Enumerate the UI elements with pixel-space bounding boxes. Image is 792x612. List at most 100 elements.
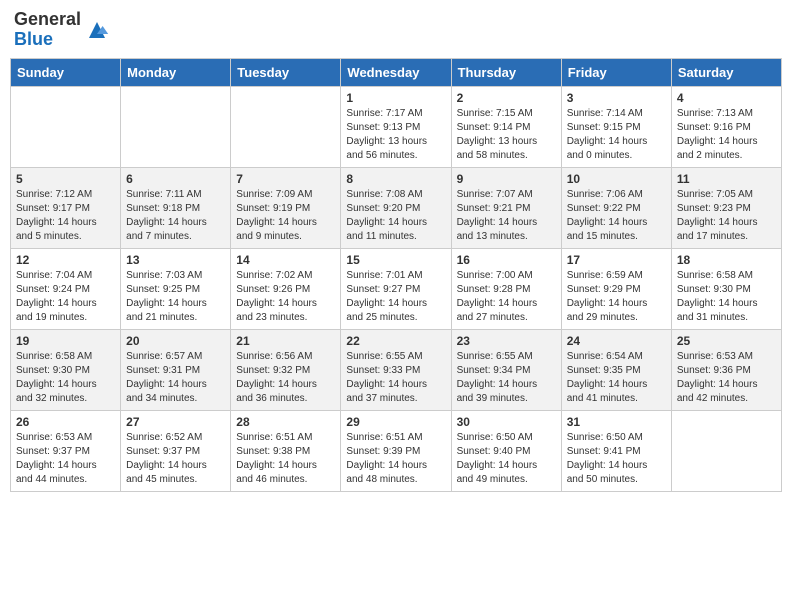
day-of-week-header: Friday — [561, 58, 671, 86]
calendar-cell: 22Sunrise: 6:55 AM Sunset: 9:33 PM Dayli… — [341, 329, 451, 410]
day-info: Sunrise: 7:03 AM Sunset: 9:25 PM Dayligh… — [126, 269, 225, 325]
calendar-cell — [231, 86, 341, 167]
day-number: 9 — [457, 172, 556, 186]
calendar-cell: 1 Sunrise: 7:17 AM Sunset: 9:13 PM Daylig… — [341, 86, 451, 167]
calendar-week-row: 19Sunrise: 6:58 AM Sunset: 9:30 PM Dayli… — [11, 329, 782, 410]
day-info: Sunrise: 7:15 AM Sunset: 9:14 PM Dayligh… — [457, 107, 556, 163]
day-info: Sunrise: 6:55 AM Sunset: 9:34 PM Dayligh… — [457, 350, 556, 406]
day-number: 21 — [236, 334, 335, 348]
calendar-cell: 27Sunrise: 6:52 AM Sunset: 9:37 PM Dayli… — [121, 410, 231, 491]
day-info: Sunrise: 7:14 AM Sunset: 9:15 PM Dayligh… — [567, 107, 666, 163]
day-info: Sunrise: 6:57 AM Sunset: 9:31 PM Dayligh… — [126, 350, 225, 406]
day-number: 16 — [457, 253, 556, 267]
calendar-week-row: 12Sunrise: 7:04 AM Sunset: 9:24 PM Dayli… — [11, 248, 782, 329]
day-number: 30 — [457, 415, 556, 429]
calendar-cell: 18 Sunrise: 6:58 AM Sunset: 9:30 PM Dayli… — [671, 248, 781, 329]
calendar-cell: 25Sunrise: 6:53 AM Sunset: 9:36 PM Dayli… — [671, 329, 781, 410]
calendar-cell: 31Sunrise: 6:50 AM Sunset: 9:41 PM Dayli… — [561, 410, 671, 491]
calendar-cell: 28 Sunrise: 6:51 AM Sunset: 9:38 PM Dayli… — [231, 410, 341, 491]
day-number: 6 — [126, 172, 225, 186]
day-number: 15 — [346, 253, 445, 267]
day-number: 17 — [567, 253, 666, 267]
logo: General Blue — [14, 10, 109, 50]
day-info: Sunrise: 6:58 AM Sunset: 9:30 PM Dayligh… — [16, 350, 115, 406]
calendar-cell: 9 Sunrise: 7:07 AM Sunset: 9:21 PM Daylig… — [451, 167, 561, 248]
calendar-cell: 4Sunrise: 7:13 AM Sunset: 9:16 PM Daylig… — [671, 86, 781, 167]
day-info: Sunrise: 6:58 AM Sunset: 9:30 PM Dayligh… — [677, 269, 776, 325]
calendar-cell: 30 Sunrise: 6:50 AM Sunset: 9:40 PM Dayli… — [451, 410, 561, 491]
day-number: 13 — [126, 253, 225, 267]
day-of-week-header: Wednesday — [341, 58, 451, 86]
calendar-cell: 3Sunrise: 7:14 AM Sunset: 9:15 PM Daylig… — [561, 86, 671, 167]
page-header: General Blue — [10, 10, 782, 50]
calendar-cell: 11 Sunrise: 7:05 AM Sunset: 9:23 PM Dayli… — [671, 167, 781, 248]
day-number: 8 — [346, 172, 445, 186]
calendar-cell — [121, 86, 231, 167]
calendar-header-row: SundayMondayTuesdayWednesdayThursdayFrid… — [11, 58, 782, 86]
day-number: 28 — [236, 415, 335, 429]
calendar-cell: 20 Sunrise: 6:57 AM Sunset: 9:31 PM Dayli… — [121, 329, 231, 410]
day-number: 23 — [457, 334, 556, 348]
calendar-cell — [11, 86, 121, 167]
day-of-week-header: Thursday — [451, 58, 561, 86]
day-of-week-header: Monday — [121, 58, 231, 86]
day-info: Sunrise: 7:17 AM Sunset: 9:13 PM Dayligh… — [346, 107, 445, 163]
day-number: 24 — [567, 334, 666, 348]
logo-blue: Blue — [14, 29, 53, 49]
calendar-cell: 24 Sunrise: 6:54 AM Sunset: 9:35 PM Dayli… — [561, 329, 671, 410]
day-info: Sunrise: 6:59 AM Sunset: 9:29 PM Dayligh… — [567, 269, 666, 325]
calendar-cell: 15Sunrise: 7:01 AM Sunset: 9:27 PM Dayli… — [341, 248, 451, 329]
logo-text: General Blue — [14, 10, 81, 50]
logo-general: General — [14, 9, 81, 29]
day-number: 7 — [236, 172, 335, 186]
calendar-cell: 10 Sunrise: 7:06 AM Sunset: 9:22 PM Dayli… — [561, 167, 671, 248]
day-info: Sunrise: 6:50 AM Sunset: 9:40 PM Dayligh… — [457, 431, 556, 487]
calendar-week-row: 5Sunrise: 7:12 AM Sunset: 9:17 PM Daylig… — [11, 167, 782, 248]
day-of-week-header: Tuesday — [231, 58, 341, 86]
day-info: Sunrise: 7:02 AM Sunset: 9:26 PM Dayligh… — [236, 269, 335, 325]
day-info: Sunrise: 6:53 AM Sunset: 9:36 PM Dayligh… — [677, 350, 776, 406]
day-info: Sunrise: 6:51 AM Sunset: 9:39 PM Dayligh… — [346, 431, 445, 487]
day-number: 26 — [16, 415, 115, 429]
day-number: 22 — [346, 334, 445, 348]
calendar-cell: 14 Sunrise: 7:02 AM Sunset: 9:26 PM Dayli… — [231, 248, 341, 329]
day-number: 14 — [236, 253, 335, 267]
day-info: Sunrise: 6:54 AM Sunset: 9:35 PM Dayligh… — [567, 350, 666, 406]
day-number: 29 — [346, 415, 445, 429]
day-info: Sunrise: 7:12 AM Sunset: 9:17 PM Dayligh… — [16, 188, 115, 244]
day-info: Sunrise: 6:56 AM Sunset: 9:32 PM Dayligh… — [236, 350, 335, 406]
day-number: 11 — [677, 172, 776, 186]
day-info: Sunrise: 7:08 AM Sunset: 9:20 PM Dayligh… — [346, 188, 445, 244]
day-number: 18 — [677, 253, 776, 267]
calendar-cell: 21 Sunrise: 6:56 AM Sunset: 9:32 PM Dayli… — [231, 329, 341, 410]
calendar-cell: 13 Sunrise: 7:03 AM Sunset: 9:25 PM Dayli… — [121, 248, 231, 329]
calendar-week-row: 26 Sunrise: 6:53 AM Sunset: 9:37 PM Dayli… — [11, 410, 782, 491]
day-info: Sunrise: 6:51 AM Sunset: 9:38 PM Dayligh… — [236, 431, 335, 487]
calendar-cell: 23 Sunrise: 6:55 AM Sunset: 9:34 PM Dayli… — [451, 329, 561, 410]
day-info: Sunrise: 6:52 AM Sunset: 9:37 PM Dayligh… — [126, 431, 225, 487]
day-number: 10 — [567, 172, 666, 186]
day-info: Sunrise: 6:50 AM Sunset: 9:41 PM Dayligh… — [567, 431, 666, 487]
day-info: Sunrise: 7:06 AM Sunset: 9:22 PM Dayligh… — [567, 188, 666, 244]
calendar-cell: 16 Sunrise: 7:00 AM Sunset: 9:28 PM Dayli… — [451, 248, 561, 329]
calendar-cell: 26 Sunrise: 6:53 AM Sunset: 9:37 PM Dayli… — [11, 410, 121, 491]
day-number: 20 — [126, 334, 225, 348]
day-info: Sunrise: 7:04 AM Sunset: 9:24 PM Dayligh… — [16, 269, 115, 325]
day-number: 2 — [457, 91, 556, 105]
day-info: Sunrise: 7:00 AM Sunset: 9:28 PM Dayligh… — [457, 269, 556, 325]
calendar-cell: 6Sunrise: 7:11 AM Sunset: 9:18 PM Daylig… — [121, 167, 231, 248]
logo-icon — [85, 18, 109, 42]
calendar-cell — [671, 410, 781, 491]
day-info: Sunrise: 7:07 AM Sunset: 9:21 PM Dayligh… — [457, 188, 556, 244]
day-info: Sunrise: 7:05 AM Sunset: 9:23 PM Dayligh… — [677, 188, 776, 244]
calendar-cell: 19Sunrise: 6:58 AM Sunset: 9:30 PM Dayli… — [11, 329, 121, 410]
calendar-week-row: 1 Sunrise: 7:17 AM Sunset: 9:13 PM Daylig… — [11, 86, 782, 167]
day-of-week-header: Sunday — [11, 58, 121, 86]
calendar-cell: 2 Sunrise: 7:15 AM Sunset: 9:14 PM Daylig… — [451, 86, 561, 167]
day-of-week-header: Saturday — [671, 58, 781, 86]
day-number: 1 — [346, 91, 445, 105]
calendar-cell: 5Sunrise: 7:12 AM Sunset: 9:17 PM Daylig… — [11, 167, 121, 248]
day-info: Sunrise: 6:53 AM Sunset: 9:37 PM Dayligh… — [16, 431, 115, 487]
calendar-cell: 8 Sunrise: 7:08 AM Sunset: 9:20 PM Daylig… — [341, 167, 451, 248]
day-info: Sunrise: 7:09 AM Sunset: 9:19 PM Dayligh… — [236, 188, 335, 244]
